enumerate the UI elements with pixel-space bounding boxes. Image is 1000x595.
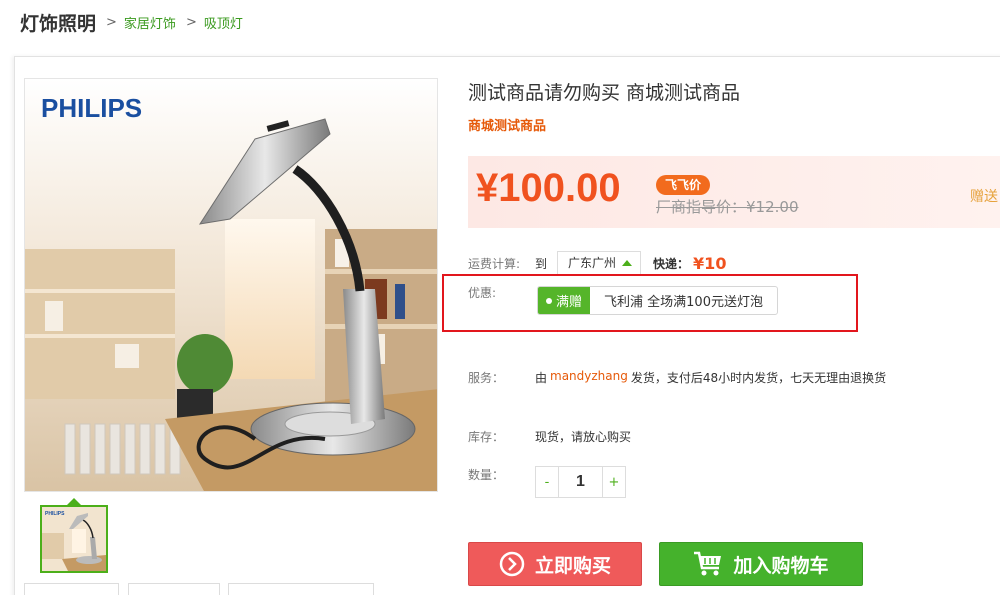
quantity-stepper: - 1 + xyxy=(535,466,626,498)
price-box: ¥100.00 飞飞价 厂商指导价：¥12.00 赠送 xyxy=(468,156,1000,228)
breadcrumb-root[interactable]: 灯饰照明 xyxy=(20,9,96,36)
thumbnail-image: PHILIPS xyxy=(42,507,106,571)
buy-now-label: 立即购买 xyxy=(534,554,611,577)
product-title: 测试商品请勿购买 商城测试商品 xyxy=(468,82,741,104)
stock-row: 库存： 现货，请放心购买 xyxy=(468,428,631,445)
breadcrumb-link-ceiling-light[interactable]: 吸顶灯 xyxy=(204,13,243,32)
thumb-brand-logo: PHILIPS xyxy=(45,511,65,517)
breadcrumb-link-home-lighting[interactable]: 家居灯饰 xyxy=(124,13,176,32)
buy-now-button[interactable]: 立即购买 xyxy=(468,542,642,586)
gift-link[interactable]: 赠送 xyxy=(970,186,998,206)
stock-value: 现货，请放心购买 xyxy=(535,430,632,444)
chevron-right-icon: > xyxy=(106,14,117,30)
shopping-cart-icon xyxy=(693,550,723,578)
brand-logo: PHILIPS xyxy=(41,93,142,123)
image-tool-button[interactable] xyxy=(128,583,220,595)
price-tag-badge: 飞飞价 xyxy=(656,175,711,195)
triangle-up-icon xyxy=(622,260,633,266)
add-to-cart-label: 加入购物车 xyxy=(733,554,829,577)
add-to-cart-button[interactable]: 加入购物车 xyxy=(659,542,863,586)
image-tool-button[interactable] xyxy=(24,583,119,595)
service-label: 服务： xyxy=(468,371,505,385)
thumb-indicator xyxy=(67,498,81,505)
desk-lamp-photo: PHILIPS xyxy=(25,79,437,491)
arrow-circle-icon xyxy=(499,551,525,577)
service-row: 服务： 由 mandyzhang 发货，支付后48小时内发货，七天无理由退换货 xyxy=(468,369,886,386)
breadcrumb: 灯饰照明 > 家居灯饰 > 吸顶灯 xyxy=(20,8,243,36)
seller-link[interactable]: mandyzhang xyxy=(550,369,628,386)
dot-icon xyxy=(546,297,552,304)
quantity-plus-button[interactable]: + xyxy=(603,467,625,497)
express-label: 快递： xyxy=(653,256,690,271)
product-subtitle: 商城测试商品 xyxy=(468,119,547,134)
region-select[interactable]: 广东广州 xyxy=(557,251,642,275)
quantity-minus-button[interactable]: - xyxy=(536,467,558,497)
shipping-label: 运费计算: xyxy=(468,256,521,271)
shipping-to-label: 到 xyxy=(535,256,548,271)
service-text: 发货，支付后48小时内发货，七天无理由退换货 xyxy=(630,371,887,385)
quantity-label: 数量： xyxy=(468,468,505,482)
stock-label: 库存： xyxy=(468,430,505,444)
promo-tag-text: 满赠 xyxy=(556,295,583,310)
quantity-row: 数量： - 1 + xyxy=(468,466,626,498)
current-price: ¥100.00 xyxy=(476,166,621,210)
product-main-image[interactable]: PHILIPS xyxy=(24,78,438,492)
region-value: 广东广州 xyxy=(568,256,617,270)
promo-label: 优惠: xyxy=(468,286,497,300)
share-toolbar[interactable] xyxy=(228,583,374,595)
promo-badge[interactable]: 满赠 飞利浦 全场满100元送灯泡 xyxy=(537,286,778,315)
product-thumbnail[interactable]: PHILIPS xyxy=(40,505,108,573)
chevron-right-icon: > xyxy=(185,14,197,30)
promo-text: 飞利浦 全场满100元送灯泡 xyxy=(604,295,763,310)
promo-tag: 满赠 xyxy=(538,287,591,314)
msrp-price: 厂商指导价：¥12.00 xyxy=(656,198,799,216)
service-prefix: 由 xyxy=(535,371,548,385)
quantity-input[interactable]: 1 xyxy=(558,467,603,497)
shipping-row: 运费计算: 到 广东广州 快递： ¥10 xyxy=(468,251,727,275)
shipping-fee: ¥10 xyxy=(693,253,727,273)
